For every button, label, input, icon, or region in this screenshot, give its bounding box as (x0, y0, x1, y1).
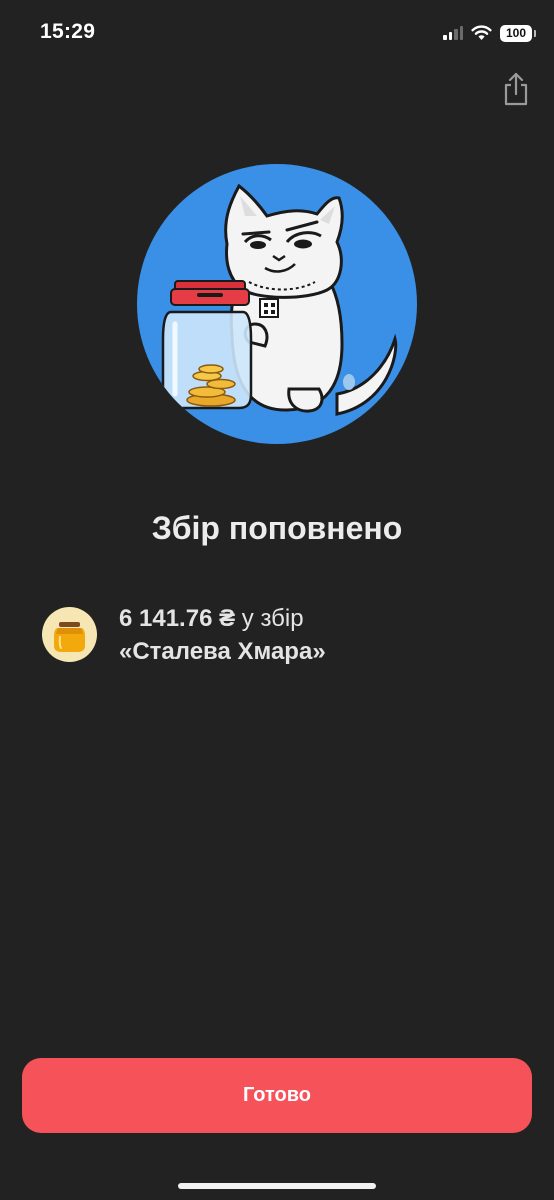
status-time: 15:29 (40, 20, 96, 43)
done-button[interactable]: Готово (22, 1058, 532, 1133)
transfer-text: 6 141.76 ₴ у збір «Сталева Хмара» (119, 602, 326, 668)
home-indicator[interactable] (178, 1183, 376, 1189)
transfer-target-text: у збір (241, 605, 304, 632)
transfer-amount: 6 141.76 ₴ (119, 605, 236, 632)
wifi-icon (471, 25, 492, 40)
page-title: Збір поповнено (151, 510, 403, 546)
transfer-info: 6 141.76 ₴ у збір «Сталева Хмара» (42, 602, 512, 672)
status-icons: 100 (443, 22, 536, 44)
share-icon (504, 72, 528, 106)
jar-name: «Сталева Хмара» (119, 638, 326, 665)
cat-with-jar-illustration (161, 183, 398, 416)
jar-icon (42, 607, 97, 662)
transfer-line-1: 6 141.76 ₴ у збір (119, 602, 326, 635)
battery-icon: 100 (500, 24, 536, 42)
cellular-signal-icon (443, 26, 463, 40)
share-button[interactable] (500, 70, 532, 108)
status-bar: 15:29 100 (0, 0, 554, 66)
hero-illustration (137, 164, 417, 444)
